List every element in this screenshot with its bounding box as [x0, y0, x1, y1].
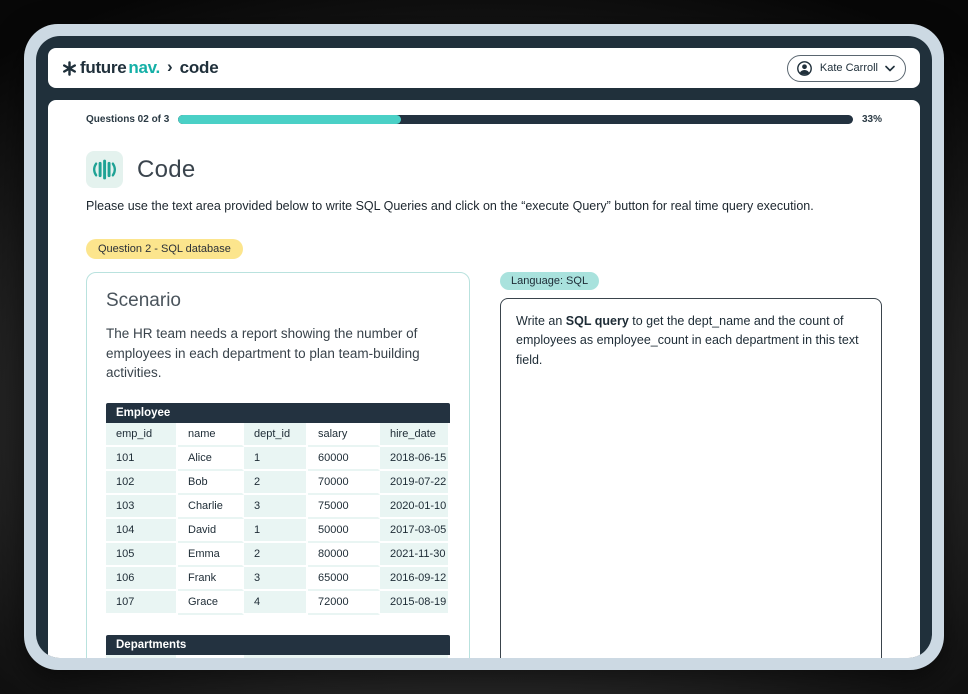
page-header: Code: [86, 151, 882, 188]
prompt-bold: SQL query: [566, 314, 629, 328]
table-cell: 2018-06-15: [380, 447, 450, 471]
progress-section: Questions 02 of 3 33%: [86, 114, 882, 125]
table-row: 106Frank3650002016-09-12: [106, 567, 450, 591]
table-cell: 50000: [308, 519, 380, 543]
departments-table: dept_iddept_name1HR: [106, 655, 450, 658]
table-cell: 1: [244, 447, 308, 471]
table-cell: 2016-09-12: [380, 567, 450, 591]
table-cell: dept_name: [178, 655, 244, 658]
device-frame: future nav. › code Kate Carroll: [24, 24, 944, 670]
language-badge: Language: SQL: [500, 272, 599, 290]
table-cell: 3: [244, 495, 308, 519]
table-cell: Grace: [178, 591, 244, 615]
page-title: Code: [137, 156, 196, 184]
table-cell: 103: [106, 495, 178, 519]
scenario-description: The HR team needs a report showing the n…: [106, 324, 450, 383]
table-cell: 2020-01-10: [380, 495, 450, 519]
table-cell: emp_id: [106, 423, 178, 447]
table-header-row: emp_idnamedept_idsalaryhire_date: [106, 423, 450, 447]
brand-name-secondary: nav.: [128, 58, 160, 78]
table-cell: dept_id: [244, 423, 308, 447]
table-cell: 4: [244, 591, 308, 615]
app-window: future nav. › code Kate Carroll: [36, 36, 932, 658]
table-cell: Frank: [178, 567, 244, 591]
instruction-text: Please use the text area provided below …: [86, 199, 882, 213]
table-cell: 65000: [308, 567, 380, 591]
table-cell: 2: [244, 471, 308, 495]
scenario-column: Scenario The HR team needs a report show…: [86, 272, 470, 658]
user-avatar-icon: [796, 60, 813, 77]
employee-table-block: Employee emp_idnamedept_idsalaryhire_dat…: [106, 403, 450, 615]
progress-percent: 33%: [862, 114, 882, 125]
employee-table-title: Employee: [106, 403, 450, 423]
table-row: 107Grace4720002015-08-19: [106, 591, 450, 615]
table-cell: Bob: [178, 471, 244, 495]
table-cell: 72000: [308, 591, 380, 615]
table-cell: hire_date: [380, 423, 450, 447]
user-name: Kate Carroll: [820, 62, 878, 74]
brand-name-primary: future: [80, 58, 126, 78]
table-cell: 60000: [308, 447, 380, 471]
breadcrumb-app-name: code: [180, 58, 219, 78]
table-cell: dept_id: [106, 655, 178, 658]
table-row: 105Emma2800002021-11-30: [106, 543, 450, 567]
code-section-icon: [86, 151, 123, 188]
departments-table-title: Departments: [106, 635, 450, 655]
table-cell: 107: [106, 591, 178, 615]
top-bar: future nav. › code Kate Carroll: [48, 48, 920, 88]
table-row: 101Alice1600002018-06-15: [106, 447, 450, 471]
table-cell: 3: [244, 567, 308, 591]
table-header-row: dept_iddept_name: [106, 655, 450, 658]
scenario-title: Scenario: [106, 290, 450, 312]
two-column-layout: Scenario The HR team needs a report show…: [86, 272, 882, 658]
table-row: 104David1500002017-03-05: [106, 519, 450, 543]
progress-label: Questions 02 of 3: [86, 114, 169, 125]
table-cell: 104: [106, 519, 178, 543]
question-badge: Question 2 - SQL database: [86, 239, 243, 259]
progress-bar: [178, 115, 853, 124]
table-cell: 2021-11-30: [380, 543, 450, 567]
table-row: 103Charlie3750002020-01-10: [106, 495, 450, 519]
editor-column: Language: SQL Write an SQL query to get …: [500, 272, 882, 658]
sql-query-textarea[interactable]: Write an SQL query to get the dept_name …: [500, 298, 882, 658]
asterisk-logo-icon: [62, 61, 77, 76]
table-cell: 2017-03-05: [380, 519, 450, 543]
table-cell: 2015-08-19: [380, 591, 450, 615]
table-cell: name: [178, 423, 244, 447]
table-cell: 102: [106, 471, 178, 495]
brand-logo[interactable]: future nav. › code: [62, 57, 219, 79]
table-cell: 1: [244, 519, 308, 543]
table-cell: 101: [106, 447, 178, 471]
user-menu-button[interactable]: Kate Carroll: [787, 55, 906, 82]
table-cell: 105: [106, 543, 178, 567]
main-content: Questions 02 of 3 33%: [48, 100, 920, 658]
table-cell: 106: [106, 567, 178, 591]
table-cell: Alice: [178, 447, 244, 471]
breadcrumb-chevron: ›: [167, 57, 173, 77]
table-cell: 2019-07-22: [380, 471, 450, 495]
table-cell: Emma: [178, 543, 244, 567]
prompt-prefix: Write an: [516, 314, 566, 328]
progress-fill: [178, 115, 401, 124]
table-cell: 80000: [308, 543, 380, 567]
table-cell: 2: [244, 543, 308, 567]
chevron-down-icon: [885, 65, 895, 72]
departments-table-block: Departments dept_iddept_name1HR: [106, 635, 450, 658]
table-cell: 75000: [308, 495, 380, 519]
table-cell: salary: [308, 423, 380, 447]
table-cell: Charlie: [178, 495, 244, 519]
scenario-card: Scenario The HR team needs a report show…: [86, 272, 470, 658]
table-cell: [244, 655, 450, 658]
table-row: 102Bob2700002019-07-22: [106, 471, 450, 495]
table-cell: David: [178, 519, 244, 543]
table-cell: 70000: [308, 471, 380, 495]
employee-table: emp_idnamedept_idsalaryhire_date101Alice…: [106, 423, 450, 615]
